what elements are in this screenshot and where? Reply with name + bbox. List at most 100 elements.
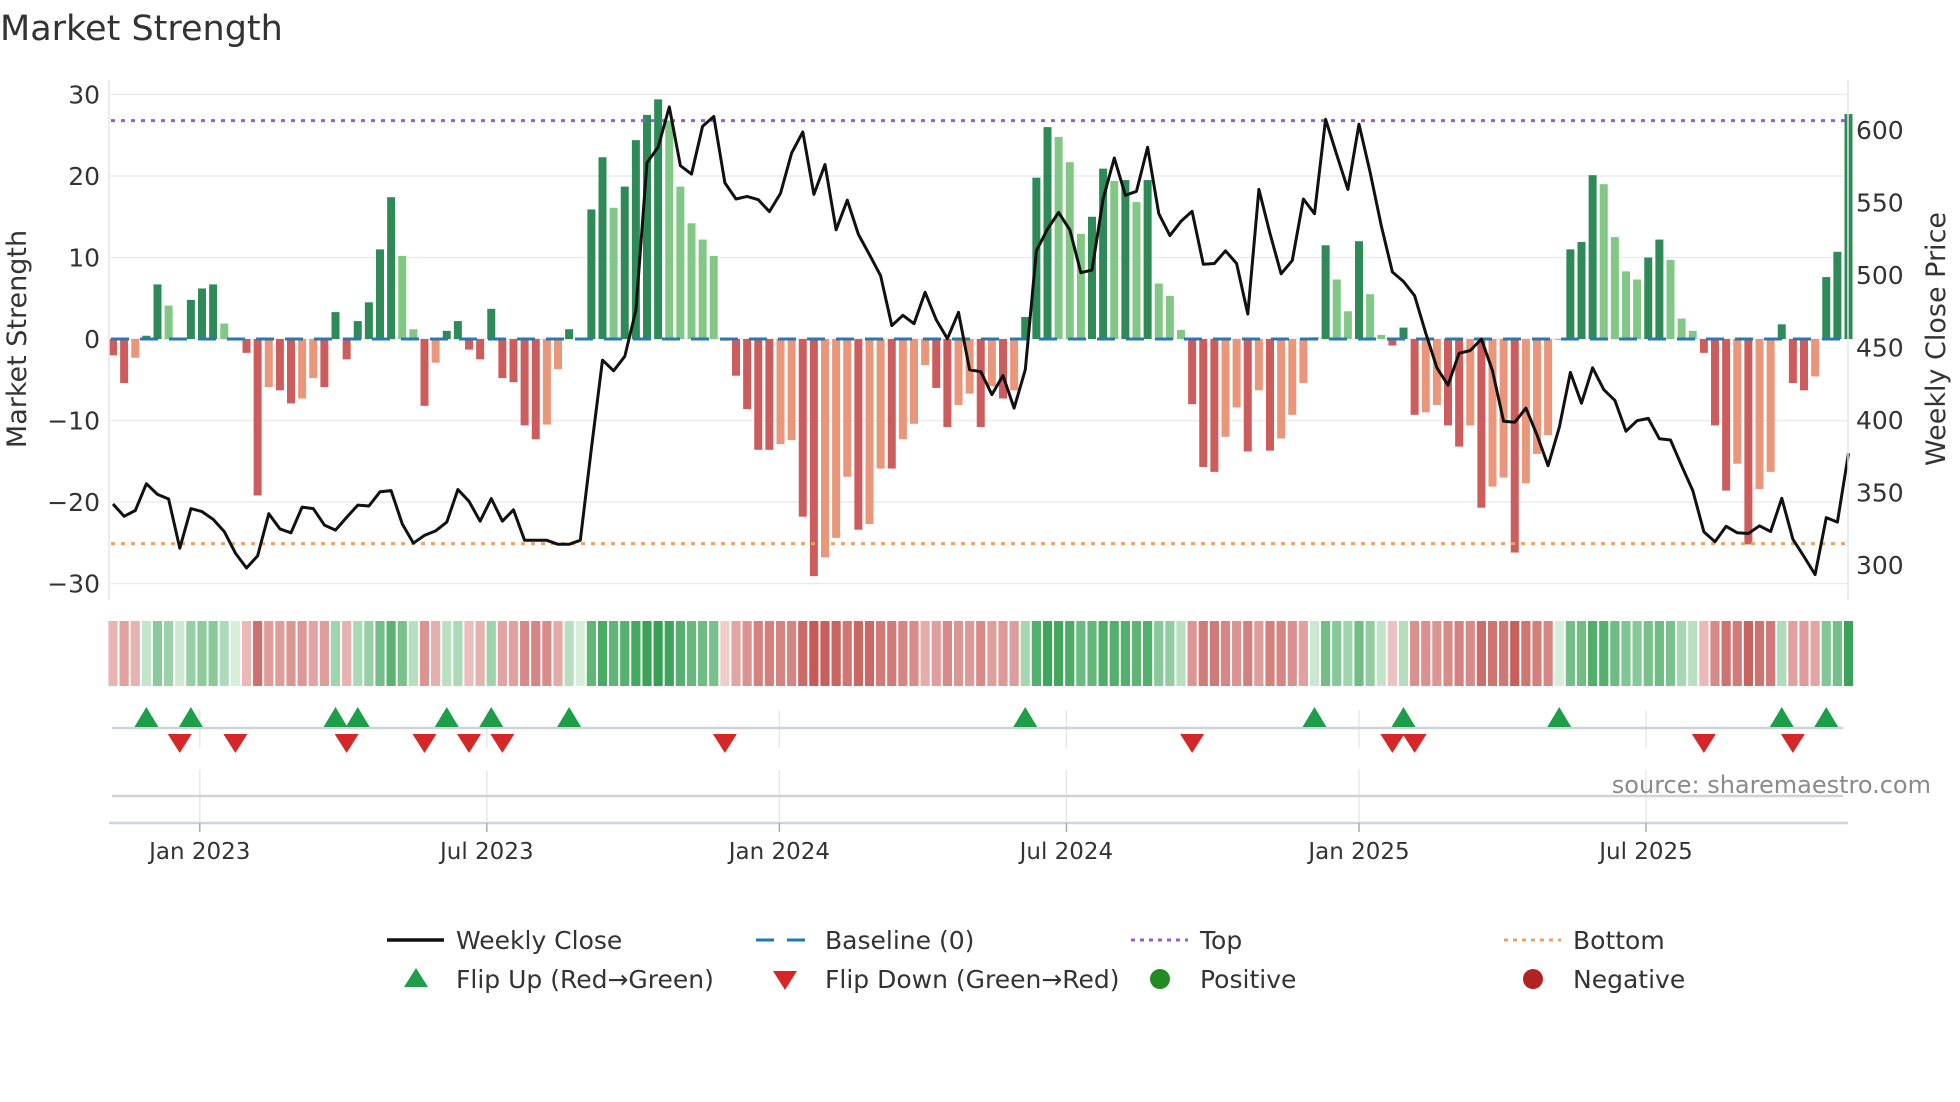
strength-bar [1110, 180, 1119, 339]
legend-item: Positive [1150, 965, 1296, 994]
heat-cell [1087, 621, 1097, 686]
heat-cell [1287, 621, 1297, 686]
strength-bar [487, 308, 496, 339]
flip-up-marker [1769, 707, 1794, 727]
heat-cell [887, 621, 897, 686]
flip-up-marker [1302, 707, 1327, 727]
strength-bar [676, 186, 685, 339]
heat-cell [1120, 621, 1130, 686]
x-tick-label: Jul 2025 [1597, 839, 1693, 865]
heat-cell [876, 621, 886, 686]
strength-bar [765, 339, 774, 450]
flip-down-marker [490, 734, 515, 753]
flip-down-marker [1780, 734, 1805, 753]
heat-cell [386, 621, 396, 686]
y2-tick-label: 400 [1856, 406, 1904, 435]
strength-bar [431, 339, 440, 363]
y-tick-label: −30 [47, 570, 100, 599]
strength-bar [1377, 334, 1386, 339]
heat-cell [798, 621, 808, 686]
flip-down-marker [223, 734, 248, 753]
y-tick-label: −20 [47, 488, 100, 517]
heat-cell [1710, 621, 1720, 686]
strength-bar [264, 339, 273, 388]
strength-bar [1154, 283, 1163, 339]
strength-bar [364, 302, 373, 339]
heat-cell [987, 621, 997, 686]
flip-up-marker [479, 707, 504, 727]
heat-cell [353, 621, 363, 686]
strength-bar [1666, 259, 1675, 339]
heat-cell [1076, 621, 1086, 686]
heat-cell [1810, 621, 1820, 686]
heat-cell [275, 621, 285, 686]
heat-cell [1821, 621, 1831, 686]
heat-cell [1054, 621, 1064, 686]
strength-bar [954, 339, 963, 406]
strength-bar [898, 339, 907, 440]
flip-up-marker [434, 707, 459, 727]
heat-cell [575, 621, 585, 686]
heat-cell [842, 621, 852, 686]
heat-cell [531, 621, 541, 686]
heat-cell [564, 621, 574, 686]
strength-bar [1065, 162, 1074, 339]
heat-cell [1220, 621, 1231, 686]
heat-cell [1042, 621, 1053, 686]
strength-bar [1833, 251, 1842, 339]
heat-cell [1243, 621, 1253, 686]
heat-cell [486, 621, 496, 686]
heat-cell [1187, 621, 1197, 686]
heat-cell [1465, 621, 1475, 686]
strength-bar [1321, 245, 1330, 339]
heat-cell [1499, 621, 1509, 686]
strength-bar [1644, 257, 1653, 339]
strength-bar [1277, 339, 1286, 439]
heat-cell [709, 621, 719, 686]
heat-cell [342, 621, 352, 686]
strength-bar [198, 288, 206, 339]
legend-label: Negative [1573, 965, 1685, 994]
heat-cell [1198, 621, 1208, 686]
heat-cell [1510, 621, 1520, 686]
heat-cell [698, 621, 708, 686]
y-tick-label: 20 [68, 162, 100, 191]
strength-bar [1711, 339, 1719, 426]
heat-cell [1176, 621, 1186, 686]
flip-down-marker [167, 734, 192, 753]
y2-tick-label: 450 [1856, 334, 1904, 363]
strength-bar [465, 339, 473, 350]
strength-bar [743, 339, 752, 410]
strength-bar [709, 255, 718, 339]
y2-axis-title: Weekly Close Price [1921, 212, 1952, 466]
strength-bar [1577, 242, 1586, 339]
legend-item: Weekly Close [387, 926, 622, 955]
heat-cell [787, 621, 797, 686]
strength-bar [1788, 339, 1797, 384]
heat-cell [253, 621, 263, 686]
strength-bar [353, 321, 362, 339]
strength-bar [999, 339, 1007, 399]
x-tick-label: Jan 2023 [147, 839, 250, 865]
strength-bar [854, 339, 863, 530]
heat-cell [1843, 621, 1854, 686]
legend-label: Top [1199, 926, 1242, 955]
heat-cell [1421, 621, 1431, 686]
strength-bar [1599, 184, 1608, 339]
heat-cell [1009, 621, 1019, 686]
legend-symbol-circle [1150, 969, 1170, 989]
strength-bar [1299, 339, 1308, 384]
source-label: source: sharemaestro.com [1612, 771, 1931, 799]
heat-cell [898, 621, 908, 686]
heat-cell [1610, 621, 1620, 686]
heat-cell [1599, 621, 1609, 686]
flip-up-marker [1391, 707, 1416, 727]
strength-bar [776, 339, 785, 445]
heat-cell [642, 621, 652, 686]
strength-bar [1755, 339, 1764, 489]
strength-bar [598, 157, 607, 339]
heat-cell [197, 621, 207, 686]
strength-bar [1421, 339, 1430, 413]
heat-cell [453, 621, 463, 686]
y-tick-label: 10 [68, 244, 100, 273]
